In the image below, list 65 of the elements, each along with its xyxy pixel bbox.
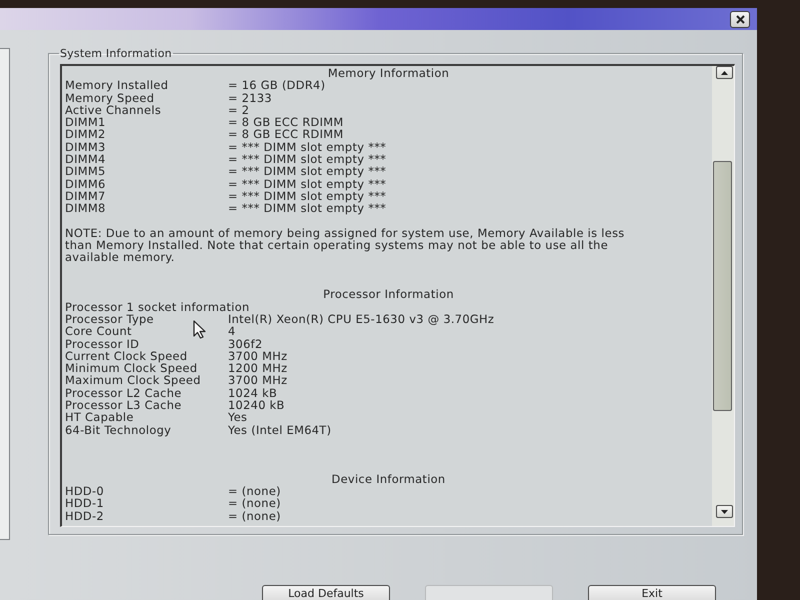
field-value: = *** DIMM slot empty *** bbox=[228, 190, 386, 202]
scroll-up-button[interactable] bbox=[716, 66, 733, 79]
field-label: DIMM8 bbox=[65, 202, 106, 215]
section-heading: Device Information bbox=[330, 472, 446, 486]
field-value: = *** DIMM slot empty *** bbox=[228, 140, 386, 154]
field-value: 306f2 bbox=[228, 338, 262, 350]
field-value: 1024 kB bbox=[228, 386, 278, 400]
field-label: Memory Installed bbox=[65, 79, 168, 92]
scrollbar-thumb[interactable] bbox=[712, 161, 732, 411]
section-heading: Processor Information bbox=[322, 288, 455, 301]
field-label: Processor Type bbox=[65, 312, 154, 326]
field-label: DIMM6 bbox=[65, 178, 106, 190]
close-icon bbox=[736, 14, 744, 24]
field-label: Processor ID bbox=[65, 338, 140, 350]
action-button[interactable]: Exit bbox=[588, 585, 716, 600]
field-value: = 16 GB (DDR4) bbox=[228, 79, 326, 92]
section-heading: Memory Information bbox=[326, 67, 450, 80]
field-value: 3700 MHz bbox=[228, 350, 288, 362]
field-label: HT Capable bbox=[65, 411, 134, 424]
field-label: HDD-2 bbox=[65, 510, 104, 522]
field-label: Memory Speed bbox=[65, 92, 154, 104]
scroll-down-button[interactable] bbox=[716, 505, 733, 518]
field-label: DIMM1 bbox=[65, 116, 106, 128]
field-value: 1200 MHz bbox=[228, 362, 288, 374]
field-value: = (none) bbox=[228, 497, 281, 510]
field-value: Yes (Intel EM64T) bbox=[228, 424, 332, 436]
field-label: Processor L3 Cache bbox=[65, 399, 182, 412]
field-label: DIMM4 bbox=[65, 153, 106, 166]
up-triangle-icon bbox=[721, 70, 728, 74]
field-label: Core Count bbox=[65, 325, 132, 338]
field-label: HDD-1 bbox=[65, 497, 104, 510]
field-label: HDD-0 bbox=[65, 485, 104, 498]
note-text: NOTE: Due to an amount of memory being assigned for system use, Memory Available is less than Memory Installed. Note that certain operating systems may not be able to use all the available memory. bbox=[65, 226, 626, 264]
field-value: = *** DIMM slot empty *** bbox=[228, 153, 386, 166]
socket-caption: Processor 1 socket information bbox=[65, 300, 251, 313]
field-value: 3700 MHz bbox=[228, 374, 288, 387]
action-button[interactable]: Load Defaults bbox=[262, 585, 390, 600]
scrollbar[interactable] bbox=[712, 66, 734, 526]
down-triangle-icon bbox=[721, 510, 728, 514]
field-label: 64-Bit Technology bbox=[65, 424, 172, 436]
field-value: 10240 kB bbox=[228, 399, 285, 412]
field-value: = (none) bbox=[228, 510, 281, 522]
field-label: Active Channels bbox=[65, 104, 162, 116]
field-value: = *** DIMM slot empty *** bbox=[228, 202, 386, 215]
field-label: DIMM2 bbox=[65, 128, 106, 141]
field-value: = 8 GB ECC RDIMM bbox=[228, 116, 344, 128]
close-button[interactable] bbox=[730, 10, 750, 28]
mouse-pointer-icon bbox=[193, 320, 207, 339]
field-label: Minimum Clock Speed bbox=[65, 362, 198, 374]
field-label: DIMM5 bbox=[65, 165, 106, 178]
field-value: = 8 GB ECC RDIMM bbox=[228, 128, 344, 141]
field-value: = 2133 bbox=[228, 92, 272, 104]
field-value: = 2 bbox=[228, 104, 250, 116]
field-value: = *** DIMM slot empty *** bbox=[228, 165, 386, 178]
field-label: Processor L2 Cache bbox=[65, 386, 182, 400]
field-label: DIMM3 bbox=[65, 140, 106, 154]
field-label: DIMM7 bbox=[65, 190, 106, 202]
field-label: Current Clock Speed bbox=[65, 350, 188, 362]
field-value: = (none) bbox=[228, 485, 281, 498]
field-label: Maximum Clock Speed bbox=[65, 374, 201, 387]
field-value: Yes bbox=[228, 411, 248, 424]
group-title: System Information bbox=[59, 47, 173, 60]
field-value: = *** DIMM slot empty *** bbox=[228, 178, 386, 190]
field-value: 4 bbox=[228, 325, 236, 338]
field-value: Intel(R) Xeon(R) CPU E5-1630 v3 @ 3.70GHz bbox=[228, 312, 494, 326]
